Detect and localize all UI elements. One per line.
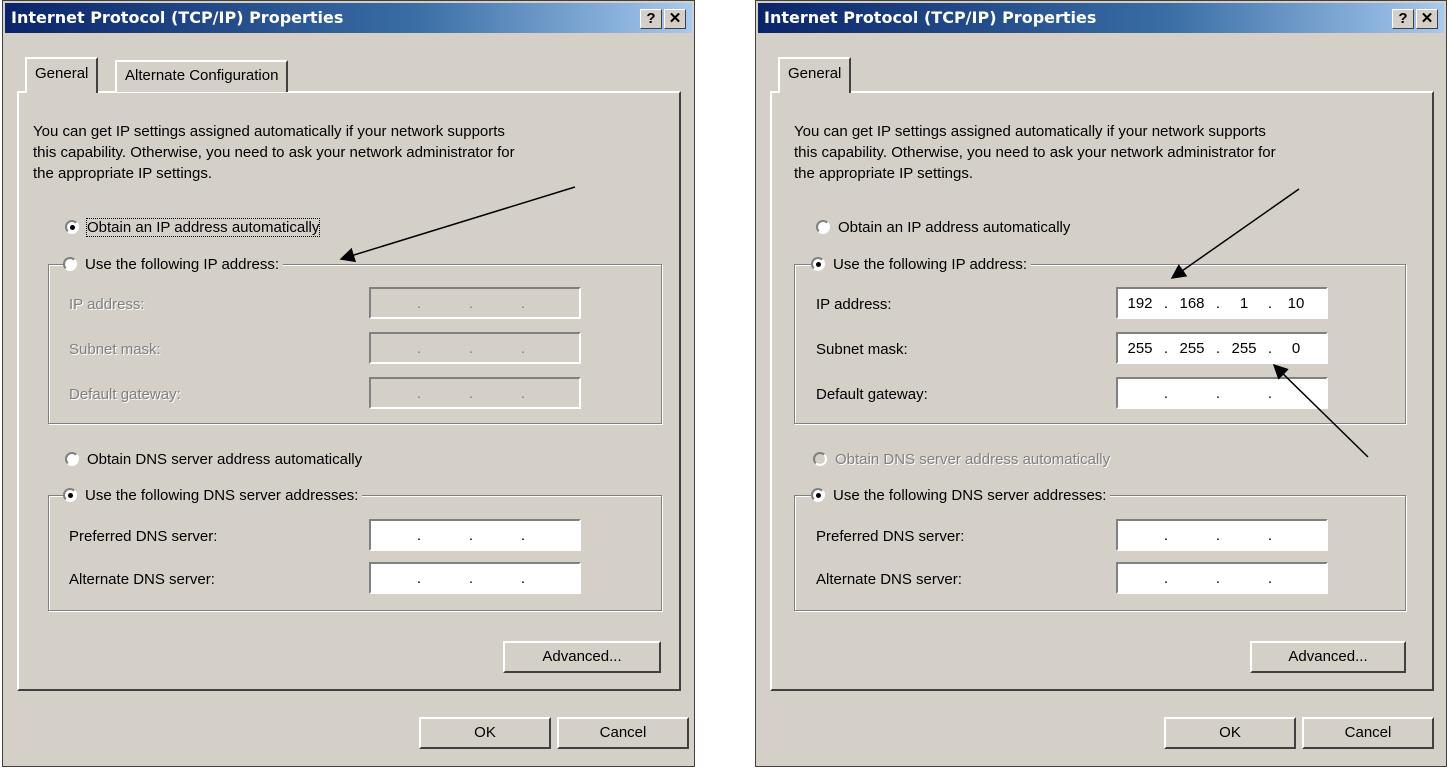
advanced-button[interactable]: Advanced... (1250, 641, 1406, 673)
subnet-octet: 255 (1231, 339, 1257, 357)
close-icon[interactable]: ✕ (664, 9, 686, 29)
preferred-dns-label: Preferred DNS server: (816, 528, 965, 545)
title-bar[interactable]: Internet Protocol (TCP/IP) Properties ? … (5, 3, 692, 33)
obtain-dns-auto-label: Obtain DNS server address automatically (87, 450, 363, 468)
preferred-dns-input[interactable]: ... (1116, 519, 1328, 551)
obtain-dns-auto-label: Obtain DNS server address automatically (835, 450, 1111, 468)
subnet-mask-input[interactable]: 255. 255. 255. 0 (1116, 332, 1328, 364)
ip-address-input[interactable]: ... (369, 287, 581, 319)
description-line: You can get IP settings assigned automat… (33, 123, 505, 140)
subnet-octet: 255 (1127, 339, 1153, 357)
tab-alternate-configuration[interactable]: Alternate Configuration (115, 60, 289, 92)
cancel-button[interactable]: Cancel (557, 717, 689, 749)
obtain-dns-auto-radio[interactable]: Obtain DNS server address automatically (813, 448, 1115, 470)
default-gateway-label: Default gateway: (816, 386, 928, 403)
obtain-ip-auto-label: Obtain an IP address automatically (85, 217, 321, 237)
use-following-dns-label: Use the following DNS server addresses: (833, 486, 1107, 504)
use-following-ip-label: Use the following IP address: (85, 255, 279, 273)
use-following-dns-radio[interactable]: Use the following DNS server addresses: (63, 484, 363, 506)
description-line: the appropriate IP settings. (33, 165, 213, 182)
ip-octet: 168 (1179, 294, 1205, 312)
ip-octet: 192 (1127, 294, 1153, 312)
ip-octet: 1 (1239, 294, 1249, 312)
radio-selected-icon (65, 220, 79, 234)
tab-general[interactable]: General (778, 57, 852, 93)
subnet-mask-label: Subnet mask: (816, 341, 908, 358)
radio-selected-icon (811, 488, 825, 502)
help-icon[interactable]: ? (640, 9, 662, 29)
dialog-title: Internet Protocol (TCP/IP) Properties (764, 8, 1097, 27)
alternate-dns-input[interactable]: ... (1116, 562, 1328, 594)
description-line: You can get IP settings assigned automat… (794, 123, 1266, 140)
radio-unselected-icon (65, 452, 79, 466)
use-following-ip-label: Use the following IP address: (833, 255, 1027, 273)
description-text: You can get IP settings assigned automat… (33, 121, 515, 184)
radio-unselected-icon (63, 257, 77, 271)
description-line: this capability. Otherwise, you need to … (794, 144, 1276, 161)
subnet-octet: 0 (1291, 339, 1301, 357)
obtain-dns-auto-radio[interactable]: Obtain DNS server address automatically (65, 448, 367, 470)
radio-selected-icon (811, 257, 825, 271)
tab-general[interactable]: General (25, 57, 99, 93)
default-gateway-input[interactable]: ... (1116, 377, 1328, 409)
subnet-octet: 255 (1179, 339, 1205, 357)
ok-button[interactable]: OK (1164, 717, 1296, 749)
obtain-ip-auto-radio[interactable]: Obtain an IP address automatically (65, 216, 324, 238)
use-following-ip-radio[interactable]: Use the following IP address: (63, 253, 283, 275)
tcpip-properties-dialog-right: Internet Protocol (TCP/IP) Properties ? … (755, 0, 1447, 767)
subnet-mask-label: Subnet mask: (69, 341, 161, 358)
tcpip-properties-dialog-left: Internet Protocol (TCP/IP) Properties ? … (2, 0, 695, 767)
help-icon[interactable]: ? (1392, 9, 1414, 29)
radio-unselected-icon (816, 220, 830, 234)
preferred-dns-label: Preferred DNS server: (69, 528, 218, 545)
ip-address-input[interactable]: 192. 168. 1. 10 (1116, 287, 1328, 319)
advanced-button[interactable]: Advanced... (503, 641, 661, 673)
default-gateway-input[interactable]: ... (369, 377, 581, 409)
ip-address-label: IP address: (69, 296, 145, 313)
description-text: You can get IP settings assigned automat… (794, 121, 1276, 184)
ip-address-label: IP address: (816, 296, 892, 313)
use-following-ip-radio[interactable]: Use the following IP address: (811, 253, 1031, 275)
description-line: the appropriate IP settings. (794, 165, 974, 182)
ok-button[interactable]: OK (419, 717, 551, 749)
alternate-dns-label: Alternate DNS server: (816, 571, 962, 588)
radio-selected-icon (63, 488, 77, 502)
dialog-title: Internet Protocol (TCP/IP) Properties (11, 8, 344, 27)
alternate-dns-input[interactable]: ... (369, 562, 581, 594)
subnet-mask-input[interactable]: ... (369, 332, 581, 364)
title-bar[interactable]: Internet Protocol (TCP/IP) Properties ? … (758, 3, 1444, 33)
cancel-button[interactable]: Cancel (1302, 717, 1434, 749)
description-line: this capability. Otherwise, you need to … (33, 144, 515, 161)
obtain-ip-auto-label: Obtain an IP address automatically (838, 218, 1071, 236)
obtain-ip-auto-radio[interactable]: Obtain an IP address automatically (816, 216, 1075, 238)
radio-unselected-icon (813, 452, 827, 466)
use-following-dns-radio[interactable]: Use the following DNS server addresses: (811, 484, 1111, 506)
use-following-dns-label: Use the following DNS server addresses: (85, 486, 359, 504)
ip-octet: 10 (1287, 294, 1305, 312)
close-icon[interactable]: ✕ (1416, 9, 1438, 29)
preferred-dns-input[interactable]: ... (369, 519, 581, 551)
default-gateway-label: Default gateway: (69, 386, 181, 403)
alternate-dns-label: Alternate DNS server: (69, 571, 215, 588)
